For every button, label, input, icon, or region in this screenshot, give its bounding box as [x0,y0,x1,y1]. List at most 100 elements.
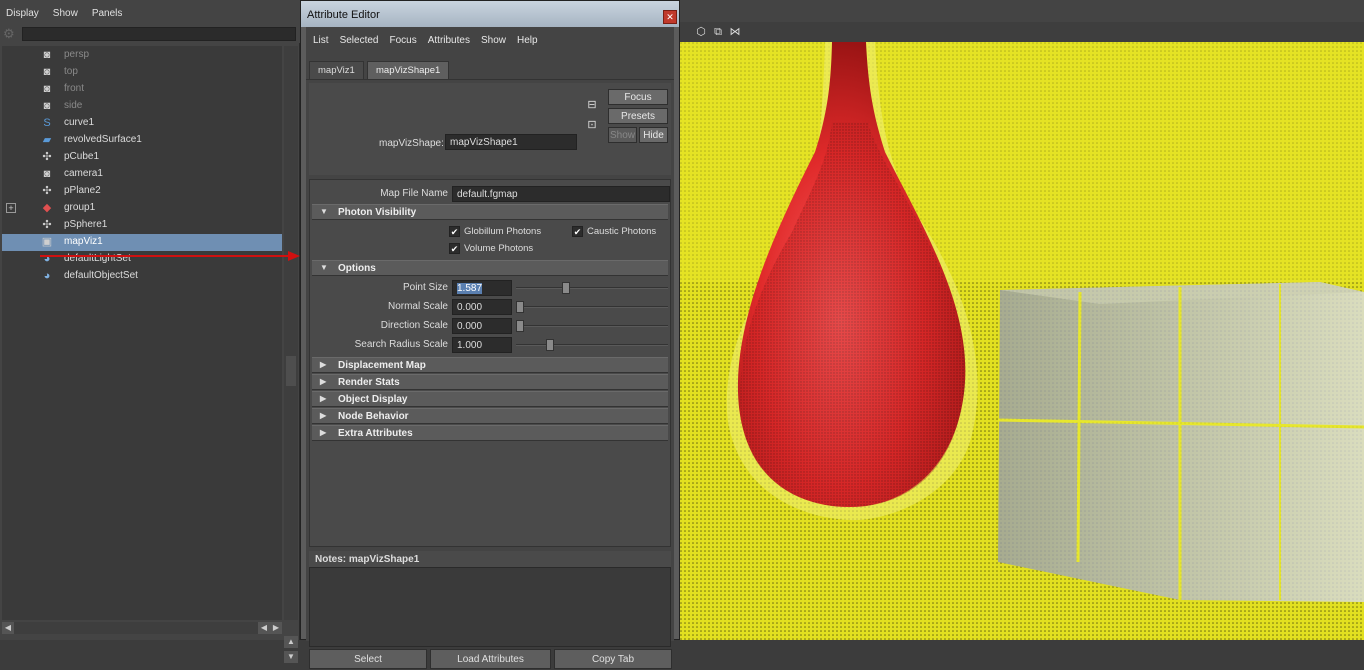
menu-selected[interactable]: Selected [340,35,379,46]
item-label: front [64,83,85,94]
scroll-left-icon[interactable]: ◀ [2,622,14,634]
outliner-vertical-scrollbar[interactable]: ▲ ▼ [284,46,298,663]
input-connection-icon[interactable]: ⊟ [586,99,598,111]
menu-attributes[interactable]: Attributes [428,35,470,46]
map-file-input[interactable]: default.fgmap [452,186,670,202]
viewport-panel[interactable]: ⬡ ⧉ ⋈ [680,0,1364,640]
layers-icon[interactable]: ⧉ [711,25,725,39]
direction-scale-input[interactable]: 0.000 [452,318,512,334]
mesh-icon: ✣ [42,185,52,197]
gear-icon[interactable]: ⚙ [3,27,17,41]
slider-handle[interactable] [562,282,570,294]
camera-icon: ◙ [43,49,51,61]
slider-handle[interactable] [546,339,554,351]
slider-handle[interactable] [516,320,524,332]
share-icon[interactable]: ⋈ [728,25,742,39]
section-extra-attributes[interactable]: ▶ Extra Attributes [312,425,668,441]
window-titlebar[interactable]: Attribute Editor ✕ [301,1,679,27]
camera-icon: ◙ [43,168,51,180]
checkbox-icon[interactable]: ✔ [572,226,583,237]
presets-button[interactable]: Presets [608,108,668,124]
section-node-behavior[interactable]: ▶ Node Behavior [312,408,668,424]
menu-show[interactable]: Show [53,8,78,19]
expand-triangle-icon: ▶ [320,394,327,403]
cube-icon[interactable]: ⬡ [694,25,708,39]
list-item[interactable]: ◙ top [2,64,282,81]
section-options[interactable]: ▼ Options [312,260,668,276]
attributes-panel: Map File Name default.fgmap ▼ Photon Vis… [309,179,671,547]
show-button[interactable]: Show [608,127,637,143]
notes-header: Notes: mapVizShape1 [309,551,671,567]
list-item[interactable]: + ◆ group1 [2,200,282,217]
menu-panels[interactable]: Panels [92,8,123,19]
map-file-label: Map File Name [380,188,448,199]
camera-icon: ◙ [43,83,51,95]
outliner-search-input[interactable] [22,27,296,41]
load-attributes-button[interactable]: Load Attributes [430,649,551,669]
normal-scale-slider[interactable] [516,306,668,308]
menu-list[interactable]: List [313,35,329,46]
close-icon[interactable]: ✕ [663,10,677,24]
item-label: defaultObjectSet [64,270,138,281]
tab-mapvizshape1[interactable]: mapVizShape1 [367,61,450,79]
hide-button[interactable]: Hide [639,127,668,143]
normal-scale-input[interactable]: 0.000 [452,299,512,315]
output-connection-icon[interactable]: ⊡ [586,119,598,131]
menu-focus[interactable]: Focus [389,35,416,46]
menu-show[interactable]: Show [481,35,506,46]
scroll-down-icon[interactable]: ▼ [284,651,298,663]
section-displacement-map[interactable]: ▶ Displacement Map [312,357,668,373]
viewport-toolbar: ⬡ ⧉ ⋈ [680,22,1364,42]
viewport-scene[interactable] [680,42,1364,640]
search-radius-slider[interactable] [516,344,668,346]
section-object-display[interactable]: ▶ Object Display [312,391,668,407]
list-item[interactable]: ✣ pSphere1 [2,217,282,234]
slider-handle[interactable] [516,301,524,313]
collapse-triangle-icon: ▼ [320,263,328,272]
checkbox-icon[interactable]: ✔ [449,226,460,237]
section-render-stats[interactable]: ▶ Render Stats [312,374,668,390]
shape-name-input[interactable]: mapVizShape1 [445,134,577,150]
scroll-left-icon[interactable]: ◀ [258,622,270,634]
direction-scale-slider[interactable] [516,325,668,327]
scroll-right-icon[interactable]: ▶ [270,622,282,634]
expand-triangle-icon: ▶ [320,411,327,420]
outliner-list: ◙ persp ◙ top ◙ front ◙ side Scurve1 ▰ revolv… [2,46,282,620]
list-item[interactable]: ✣ pCube1 [2,149,282,166]
list-item[interactable]: ◙ front [2,81,282,98]
scroll-up-icon[interactable]: ▲ [284,636,298,648]
nurbs-surface-icon: ▰ [42,134,52,146]
point-size-input[interactable]: 1.587 [452,280,512,296]
menu-help[interactable]: Help [517,35,538,46]
list-item[interactable]: ✣ pPlane2 [2,183,282,200]
outliner-horizontal-scrollbar[interactable]: ◀ ◀ ▶ [2,622,282,634]
notes-textarea[interactable] [309,567,671,647]
list-item[interactable]: ▰ revolvedSurface1 [2,132,282,149]
shape-label: mapVizShape: [379,138,444,149]
checkbox-icon[interactable]: ✔ [449,243,460,254]
menu-display[interactable]: Display [6,8,39,19]
list-item[interactable]: ◙ persp [2,47,282,64]
annotation-arrow [40,251,302,261]
search-radius-input[interactable]: 1.000 [452,337,512,353]
expand-icon[interactable]: + [6,203,16,213]
mapviz-icon: ▣ [41,236,53,248]
list-item-selected[interactable]: ▣ mapViz1 [2,234,282,251]
item-label: pSphere1 [64,219,108,230]
set-icon: ◕ [43,270,51,282]
outliner-filter-row: ⚙ [0,26,300,43]
section-photon-visibility[interactable]: ▼ Photon Visibility [312,204,668,220]
focus-button[interactable]: Focus [608,89,668,105]
option-label: Point Size [402,282,448,293]
node-header: mapVizShape: mapVizShape1 ⊟ ⊡ Focus Pres… [309,83,671,175]
tab-mapviz1[interactable]: mapViz1 [309,61,364,79]
select-button[interactable]: Select [309,649,427,669]
list-item[interactable]: ◕ defaultObjectSet [2,268,282,285]
list-item[interactable]: ◙ side [2,98,282,115]
scrollbar-thumb[interactable] [286,356,296,386]
list-item[interactable]: ◙ camera1 [2,166,282,183]
copy-tab-button[interactable]: Copy Tab [554,649,672,669]
item-label: pPlane2 [64,185,101,196]
point-size-slider[interactable] [516,287,668,289]
list-item[interactable]: Scurve1 [2,115,282,132]
